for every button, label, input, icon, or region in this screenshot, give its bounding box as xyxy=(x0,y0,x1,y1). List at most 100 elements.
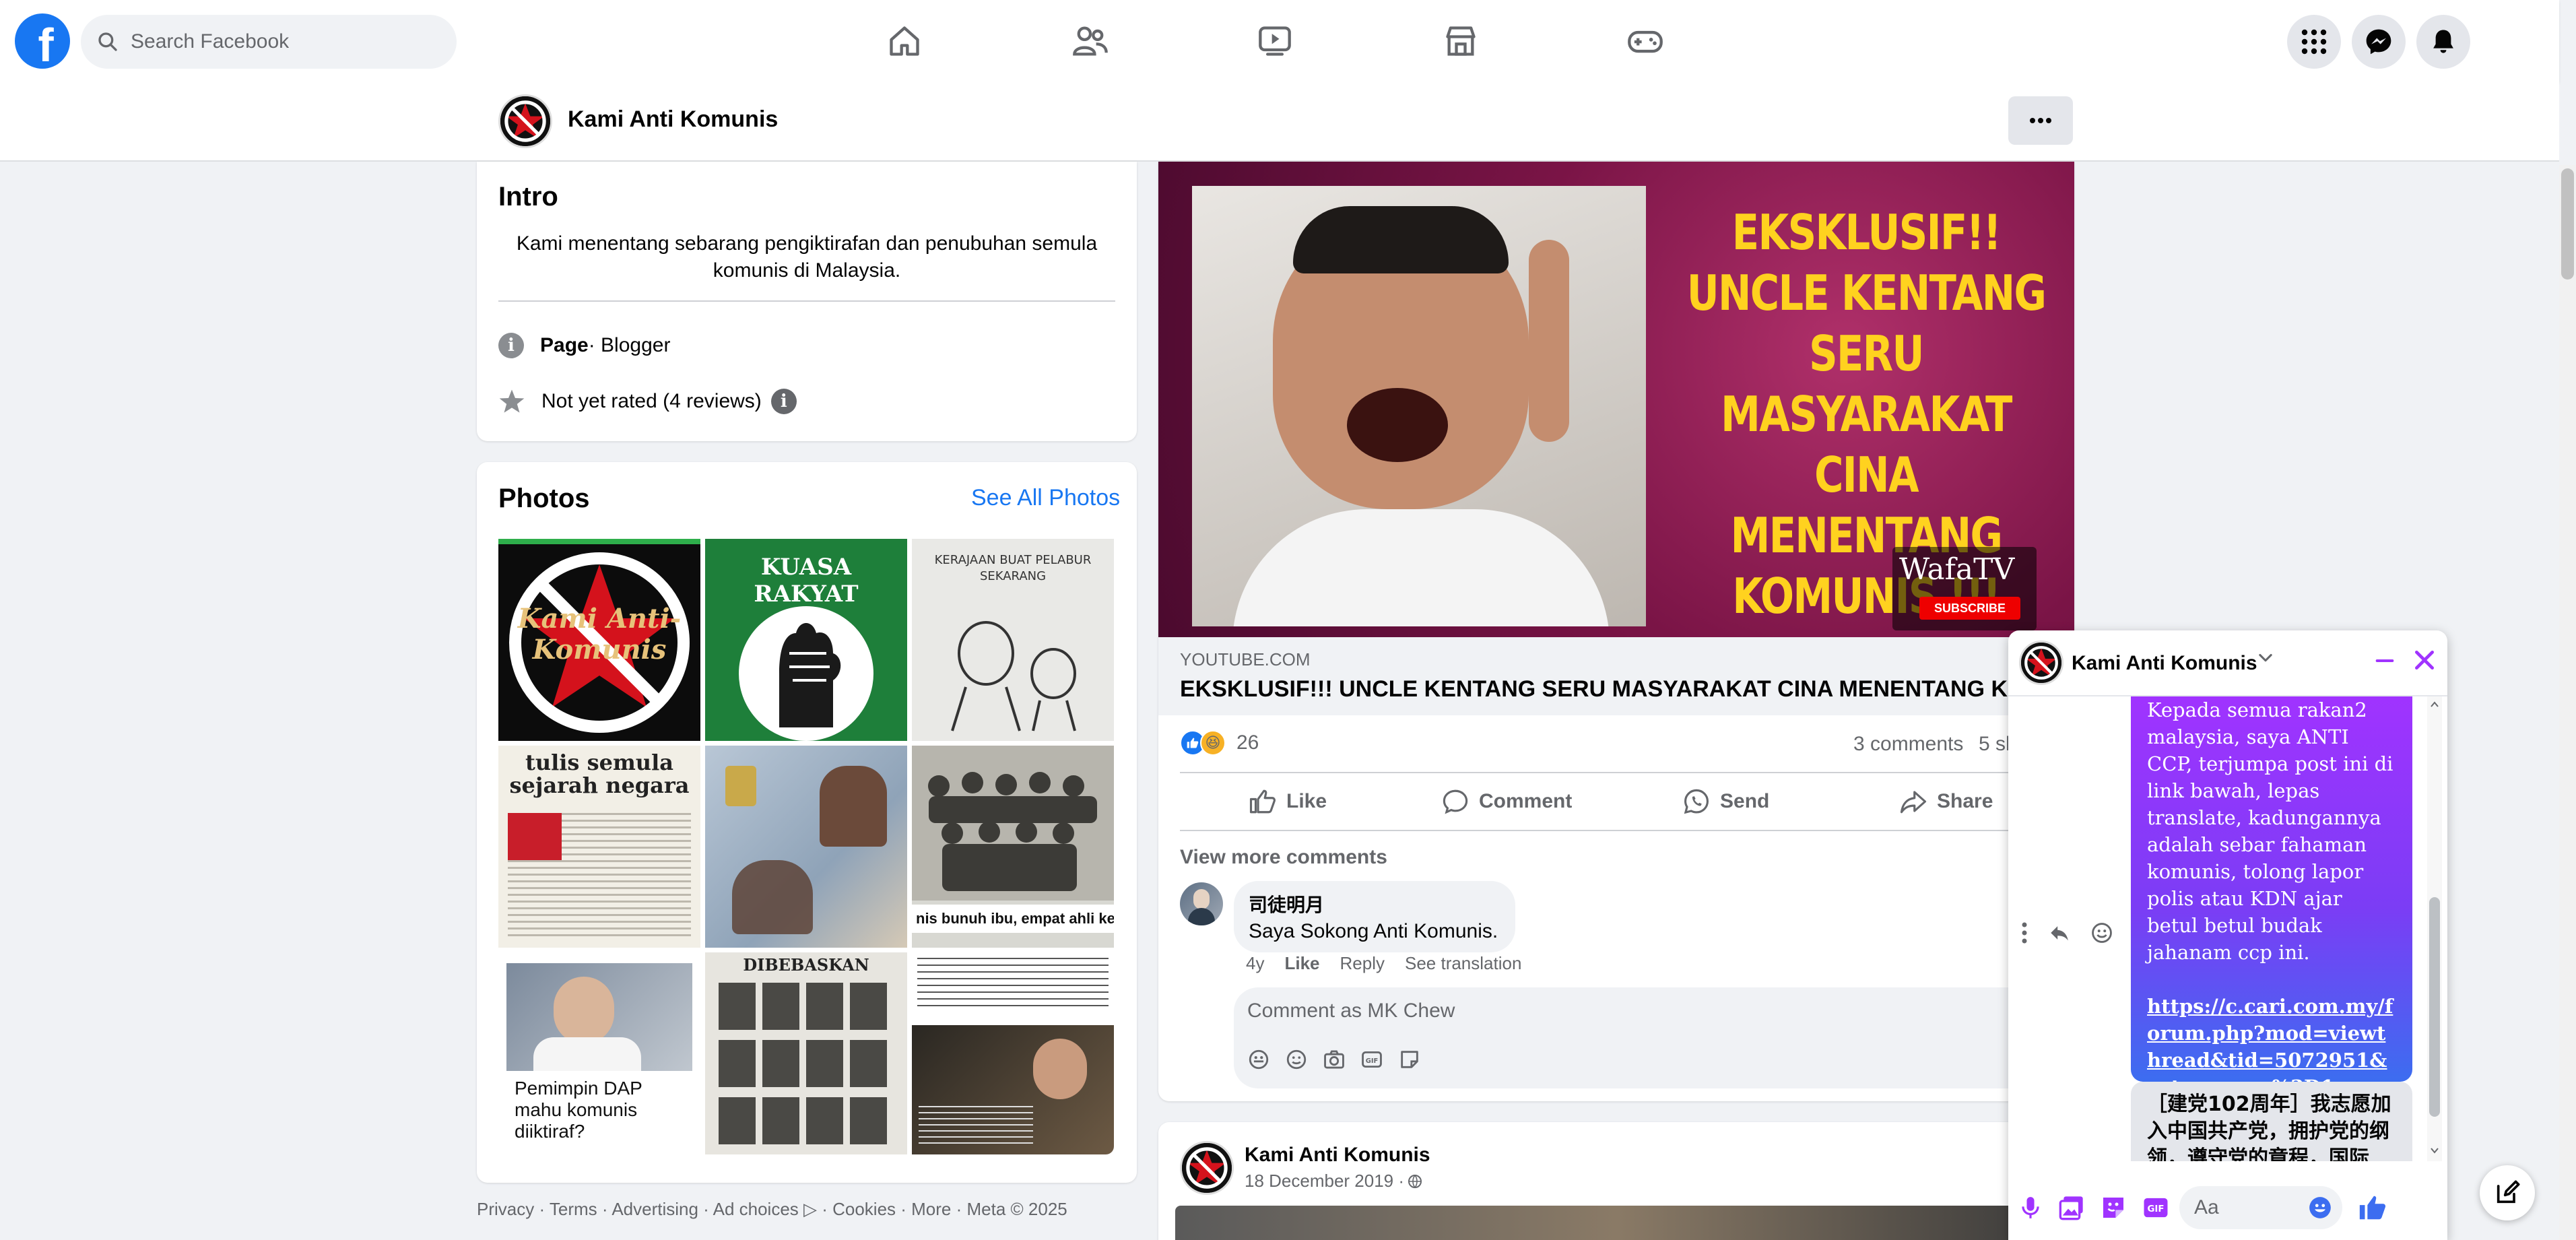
sticker-icon[interactable] xyxy=(1398,1048,1421,1071)
chat-message-input-box[interactable] xyxy=(2179,1185,2342,1229)
search-bar[interactable] xyxy=(81,15,457,69)
notifications-button[interactable] xyxy=(2416,15,2470,69)
message-bubble-link-preview[interactable]: ［建党102周年］我志愿加入中国共产党，拥护党的纲领，遵守党的章程，国际 xyxy=(2131,1082,2412,1161)
comment-count[interactable]: 3 comments xyxy=(1853,733,1963,756)
haha-reaction-icon: 😆 xyxy=(1200,730,1226,756)
share-button-label: Share xyxy=(1937,790,1993,812)
comment-translate-link[interactable]: See translation xyxy=(1405,953,1521,974)
photo-caption: DIBEBASKAN xyxy=(743,955,869,975)
gif-icon[interactable]: GIF xyxy=(1360,1048,1383,1071)
more-vertical-icon[interactable] xyxy=(2020,921,2028,944)
second-post-avatar[interactable] xyxy=(1180,1141,1234,1195)
post-link-image[interactable]: EKSKLUSIF!! UNCLE KENTANG SERU MASYARAKA… xyxy=(1158,162,2074,637)
page-scrollbar-thumb[interactable] xyxy=(2561,168,2574,280)
comment-composer[interactable]: Comment as MK Chew GIF xyxy=(1234,987,2053,1088)
second-post-date[interactable]: 18 December 2019 · xyxy=(1245,1171,1423,1192)
comment-input-placeholder[interactable]: Comment as MK Chew xyxy=(1247,1000,1455,1022)
thumbs-up-icon xyxy=(1249,789,1276,814)
speaker-mouth xyxy=(1347,388,1448,462)
intro-divider xyxy=(498,300,1115,302)
page-avatar[interactable] xyxy=(498,94,552,148)
wafatv-logo: WafaTV SUBSCRIBE xyxy=(1892,547,2037,630)
rating-info-icon[interactable]: i xyxy=(770,389,797,414)
photo-tile[interactable]: Kami Anti-Komunis xyxy=(498,539,700,741)
comment-button-label: Comment xyxy=(1479,790,1573,812)
footer-links[interactable]: Privacy · Terms · Advertising · Ad choic… xyxy=(477,1199,1067,1220)
page-category-label: Page xyxy=(540,334,589,356)
page-category-value: · Blogger xyxy=(588,334,671,356)
subscribe-badge: SUBSCRIBE xyxy=(1919,597,2020,620)
microphone-icon[interactable] xyxy=(2018,1194,2043,1222)
commenter-avatar[interactable] xyxy=(1180,882,1223,925)
avatar-sticker-icon[interactable] xyxy=(1247,1048,1270,1071)
menu-grid-button[interactable] xyxy=(2287,15,2341,69)
photo-tile[interactable] xyxy=(912,952,1114,1154)
thumbs-up-send-icon[interactable] xyxy=(2357,1192,2388,1223)
facebook-logo[interactable]: f xyxy=(15,13,70,69)
compose-icon xyxy=(2497,1180,2520,1204)
comment-reply-link[interactable]: Reply xyxy=(1340,953,1385,974)
photo-tile[interactable]: tulis semula sejarah negara xyxy=(498,746,700,948)
emoji-icon[interactable] xyxy=(1285,1048,1308,1071)
comment-like-link[interactable]: Like xyxy=(1284,953,1319,974)
camera-icon[interactable] xyxy=(1323,1048,1346,1071)
comment-age[interactable]: 4y xyxy=(1246,953,1264,974)
sticker-attach-icon[interactable] xyxy=(2100,1194,2127,1221)
friends-icon[interactable] xyxy=(1069,20,1111,62)
send-button[interactable]: Send xyxy=(1682,783,1769,820)
view-more-comments-link[interactable]: View more comments xyxy=(1180,846,1387,869)
photo-tile[interactable]: nis bunuh ibu, empat ahli keluarga c xyxy=(912,746,1114,948)
comment-icon xyxy=(1443,789,1468,814)
speaker-shirt xyxy=(1232,509,1610,626)
messenger-button[interactable] xyxy=(2352,15,2406,69)
second-post-image[interactable] xyxy=(1175,1206,2057,1240)
see-all-photos-link[interactable]: See All Photos xyxy=(971,485,1120,511)
wafatv-brand-text: WafaTV xyxy=(1899,552,2015,587)
page-scrollbar[interactable] xyxy=(2559,165,2576,1240)
chat-contact-name[interactable]: Kami Anti Komunis xyxy=(2072,652,2257,675)
second-post-author[interactable]: Kami Anti Komunis xyxy=(1245,1144,1430,1167)
comment-bubble: 司徒明月 Saya Sokong Anti Komunis. xyxy=(1234,881,1516,952)
photo-tile[interactable]: KUASA RAKYAT xyxy=(705,539,907,741)
reaction-summary[interactable]: 😆 26 xyxy=(1180,730,1259,756)
watch-icon[interactable] xyxy=(1254,20,1296,62)
comment-author[interactable]: 司徒明月 xyxy=(1249,890,1498,917)
messenger-icon xyxy=(2366,29,2391,55)
home-icon[interactable] xyxy=(884,20,925,62)
react-emoji-icon[interactable] xyxy=(2090,921,2113,944)
close-icon xyxy=(2415,651,2434,670)
search-input[interactable] xyxy=(131,30,427,53)
globe-icon xyxy=(1408,1174,1422,1188)
chat-message-input[interactable] xyxy=(2194,1196,2295,1219)
photo-tile[interactable] xyxy=(705,746,907,948)
message-link[interactable]: https://c.cari.com.my/forum.php?mod=view… xyxy=(2147,993,2396,1082)
gaming-icon[interactable] xyxy=(1624,20,1666,62)
chat-avatar[interactable] xyxy=(2019,641,2063,685)
new-message-button[interactable] xyxy=(2480,1165,2535,1220)
minimize-chat-button[interactable] xyxy=(2373,649,2396,676)
link-title[interactable]: EKSKLUSIF!!! UNCLE KENTANG SERU MASYARAK… xyxy=(1180,676,2015,703)
info-icon: i xyxy=(498,333,524,358)
rating-row: Not yet rated (4 reviews) i xyxy=(498,388,797,415)
newspaper-red-block xyxy=(508,813,562,860)
photo-tile[interactable]: KERAJAAN BUAT PELABUR SEKARANG xyxy=(912,539,1114,741)
reply-icon[interactable] xyxy=(2047,921,2072,944)
gif-attach-icon[interactable]: GIF xyxy=(2142,1194,2170,1221)
photo-tile[interactable]: DIBEBASKAN xyxy=(705,952,907,1154)
action-bar-divider-top xyxy=(1180,772,2053,773)
svg-text:GIF: GIF xyxy=(2147,1204,2164,1214)
comment-button[interactable]: Comment xyxy=(1441,783,1572,820)
page-title[interactable]: Kami Anti Komunis xyxy=(568,106,778,133)
close-chat-button[interactable] xyxy=(2411,647,2438,677)
emoji-picker-icon[interactable] xyxy=(2307,1195,2333,1220)
photo-attach-icon[interactable] xyxy=(2058,1194,2085,1221)
marketplace-icon[interactable] xyxy=(1440,20,1482,62)
message-bubble-outgoing[interactable]: Kepada semua rakan2 malaysia, saya ANTI … xyxy=(2131,696,2412,1082)
message-actions xyxy=(2020,921,2113,944)
chat-scrollbar-thumb[interactable] xyxy=(2429,897,2440,1117)
like-button[interactable]: Like xyxy=(1249,783,1327,820)
photo-tile[interactable]: Pemimpin DAP mahu komunis diiktiraf? xyxy=(498,952,700,1154)
share-button[interactable]: Share xyxy=(1899,783,1993,820)
page-more-button[interactable] xyxy=(2008,96,2073,145)
chevron-down-icon[interactable] xyxy=(2256,648,2275,670)
